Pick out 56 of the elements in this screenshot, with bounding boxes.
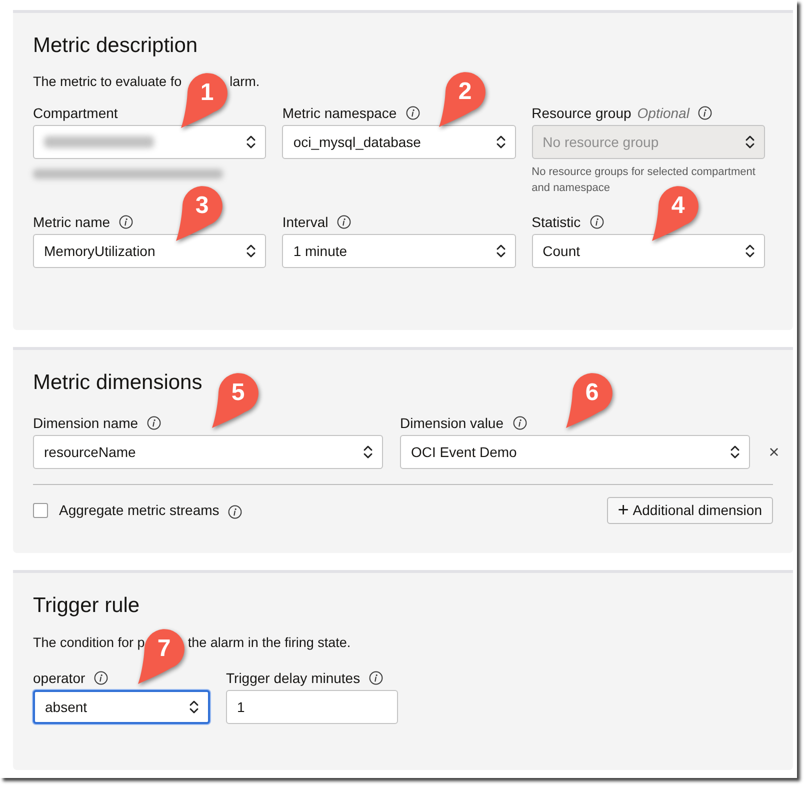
callout-marker: 6	[565, 372, 613, 429]
info-icon[interactable]	[406, 106, 420, 120]
field-label: Dimension value	[400, 414, 504, 432]
field-label: Metric name	[33, 213, 110, 231]
field-label: Resource group	[532, 104, 632, 122]
select-field[interactable]: oci_mysql_database	[282, 125, 516, 159]
select-field[interactable]	[33, 125, 266, 159]
chevron-icon	[496, 134, 506, 150]
section-title: Metric dimensions	[33, 370, 202, 396]
info-icon[interactable]	[147, 416, 162, 430]
select-field[interactable]: resourceName	[33, 435, 383, 469]
select-field[interactable]: OCI Event Demo	[400, 435, 750, 469]
field-label: operator	[33, 669, 86, 687]
info-icon[interactable]	[369, 671, 384, 685]
input-field[interactable]: 1	[226, 690, 398, 724]
info-icon[interactable]	[94, 671, 108, 685]
info-icon[interactable]	[590, 215, 604, 229]
callout-marker: 4	[651, 185, 699, 242]
chevron-icon	[246, 134, 256, 150]
description-text: larm.	[230, 73, 260, 91]
field-label: Compartment	[33, 104, 118, 122]
chevron-icon	[496, 243, 506, 259]
select-field[interactable]: MemoryUtilization	[33, 234, 266, 268]
field-label: Interval	[282, 213, 328, 231]
checkbox[interactable]	[33, 503, 48, 518]
plus-icon: +	[618, 501, 629, 520]
select-field[interactable]: 1 minute	[282, 234, 516, 268]
select-field[interactable]: Count	[532, 234, 765, 268]
description-text: The metric to evaluate fo	[33, 73, 182, 91]
info-icon[interactable]	[337, 215, 352, 229]
optional-label: Optional	[637, 104, 690, 123]
field-label: Trigger delay minutes	[226, 669, 360, 687]
chevron-icon	[246, 243, 256, 259]
checkbox-label: Aggregate metric streams	[59, 501, 220, 520]
description-text: the alarm in the firing state.	[188, 634, 351, 652]
callout-marker: 3	[175, 185, 223, 242]
description-text: The condition for p	[33, 634, 145, 652]
info-icon[interactable]	[228, 505, 242, 519]
select-field[interactable]: absent	[33, 690, 210, 724]
section-title: Trigger rule	[33, 593, 140, 619]
section-title: Metric description	[33, 33, 198, 59]
add-dimension-button[interactable]: + Additional dimension	[606, 497, 773, 524]
field-label: Metric namespace	[282, 104, 397, 122]
field-label: Statistic	[532, 213, 581, 231]
chevron-icon	[189, 699, 199, 715]
chevron-icon	[730, 444, 740, 460]
callout-marker: 5	[211, 372, 259, 429]
callout-marker: 2	[438, 71, 486, 128]
callout-marker: 1	[180, 72, 228, 129]
info-icon[interactable]	[119, 215, 134, 229]
remove-button[interactable]: ×	[767, 444, 781, 460]
field-label: Dimension name	[33, 414, 138, 432]
chevron-icon	[363, 444, 373, 460]
chevron-icon	[744, 243, 755, 259]
chevron-icon	[744, 134, 755, 150]
info-icon[interactable]	[512, 416, 526, 430]
